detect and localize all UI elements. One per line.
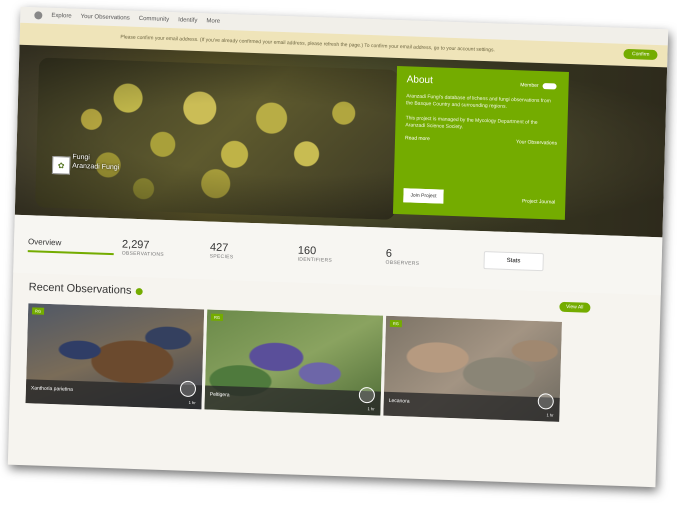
stat-observers[interactable]: 6 OBSERVERS	[385, 248, 473, 269]
observation-meta: 1 hr	[546, 412, 554, 418]
about-panel: About Member Aranzadi Fungi's database o…	[392, 65, 569, 220]
nav-your-observations[interactable]: Your Observations	[81, 14, 130, 22]
nav-community[interactable]: Community	[139, 16, 169, 23]
project-icon: ✿	[51, 155, 71, 175]
read-more-link[interactable]: Read more	[405, 135, 430, 142]
nav-identify[interactable]: Identify	[178, 17, 198, 24]
card-footer	[383, 391, 560, 422]
quality-badge: RG	[31, 307, 45, 315]
view-all-button[interactable]: View All	[558, 301, 591, 313]
observation-meta: 1 hr	[367, 406, 375, 412]
browser-screen: Explore Your Observations Community Iden…	[7, 6, 669, 488]
quality-badge: RG	[389, 319, 402, 328]
your-observations-link[interactable]: Your Observations	[516, 139, 557, 146]
info-icon[interactable]	[135, 287, 143, 295]
stat-observations[interactable]: 2,297 OBSERVATIONS	[122, 238, 210, 259]
project-journal-link[interactable]: Project Journal	[522, 198, 556, 205]
observation-meta: 1 hr	[188, 399, 196, 406]
observation-card[interactable]: RG Lecanora 1 hr	[383, 315, 562, 422]
toggle-switch-icon[interactable]	[542, 83, 557, 90]
member-toggle[interactable]: Member	[520, 82, 557, 90]
observation-card[interactable]: RG Peltigera 1 hr	[204, 309, 384, 416]
observation-name[interactable]: Lecanora	[389, 398, 410, 405]
project-name: Fungi Aranzadi Fungi	[72, 153, 120, 172]
stat-identifiers[interactable]: 160 IDENTIFIERS	[298, 245, 386, 266]
card-footer	[25, 379, 203, 410]
site-logo-icon[interactable]	[34, 11, 43, 20]
quality-badge: RG	[210, 313, 224, 322]
about-description-2: This project is managed by the Mycology …	[405, 115, 538, 131]
join-project-button[interactable]: Join Project	[403, 188, 444, 204]
card-footer	[204, 385, 381, 416]
hero-overlay	[14, 44, 668, 238]
nav-explore[interactable]: Explore	[51, 13, 71, 20]
project-hero: ✿ Fungi Aranzadi Fungi About Member Aran…	[14, 44, 668, 238]
observation-card[interactable]: RG Xanthoria parietina 1 hr	[25, 303, 205, 410]
about-description-1: Aranzadi Fungi's database of lichens and…	[405, 93, 551, 110]
observation-cards: RG Xanthoria parietina 1 hr RG Peltigera…	[25, 303, 644, 424]
stat-species[interactable]: 427 SPECIES	[210, 242, 298, 263]
nav-more[interactable]: More	[206, 18, 220, 24]
about-links: Read more Your Observations	[405, 135, 557, 146]
stats-button[interactable]: Stats	[483, 251, 544, 272]
tab-overview[interactable]: Overview	[27, 236, 115, 255]
observation-name[interactable]: Peltigera	[210, 392, 230, 399]
recent-observations-section: Recent Observations View All RG Xanthori…	[10, 273, 661, 426]
banner-confirm-button[interactable]: Confirm	[623, 48, 658, 61]
